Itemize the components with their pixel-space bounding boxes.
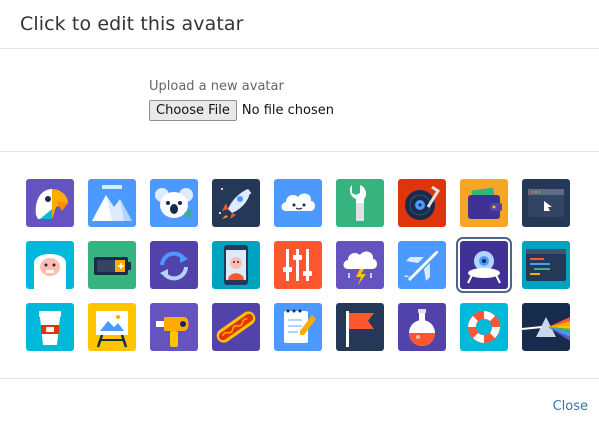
avatar-wrench-icon[interactable] [336, 179, 384, 227]
avatar-parrot-icon[interactable] [26, 179, 74, 227]
avatar-easel-icon[interactable] [88, 303, 136, 351]
avatar-notepad-icon[interactable] [274, 303, 322, 351]
avatar-rocket-icon[interactable] [212, 179, 260, 227]
avatar-vinyl-record-icon[interactable] [398, 179, 446, 227]
dialog-header: Click to edit this avatar [0, 0, 599, 49]
avatar-wallet-icon[interactable] [460, 179, 508, 227]
avatar-prism-icon[interactable] [522, 303, 570, 351]
choose-file-button[interactable]: Choose File [149, 100, 237, 121]
avatar-yeti-icon[interactable] [26, 241, 74, 289]
avatar-ufo-icon[interactable] [456, 237, 512, 293]
file-input[interactable]: Choose File No file chosen [149, 100, 334, 121]
avatar-airplane-icon[interactable] [398, 241, 446, 289]
upload-label: Upload a new avatar [149, 79, 284, 94]
avatar-hotdog-icon[interactable] [212, 303, 260, 351]
avatar-refresh-icon[interactable] [150, 241, 198, 289]
avatar-potion-icon[interactable] [398, 303, 446, 351]
avatar-cloud-icon[interactable] [274, 179, 322, 227]
file-status: No file chosen [241, 103, 334, 118]
close-button[interactable]: Close [553, 399, 588, 414]
avatar-code-editor-icon[interactable] [522, 241, 570, 289]
avatar-battery-icon[interactable] [88, 241, 136, 289]
dialog-footer: Close [0, 380, 599, 426]
avatar-coffee-cup-icon[interactable] [26, 303, 74, 351]
dialog-title: Click to edit this avatar [20, 13, 244, 35]
avatar-browser-window-icon[interactable] [522, 179, 570, 227]
upload-section: Upload a new avatar Choose File No file … [0, 49, 599, 152]
avatar-life-ring-icon[interactable] [460, 303, 508, 351]
avatar-storm-cloud-icon[interactable] [336, 241, 384, 289]
avatar-sliders-icon[interactable] [274, 241, 322, 289]
avatar-picker [0, 153, 599, 379]
avatar-koala-icon[interactable] [150, 179, 198, 227]
avatar-hairdryer-icon[interactable] [150, 303, 198, 351]
avatar-mountains-icon[interactable] [88, 179, 136, 227]
avatar-phone-selfie-icon[interactable] [212, 241, 260, 289]
avatar-flag-icon[interactable] [336, 303, 384, 351]
